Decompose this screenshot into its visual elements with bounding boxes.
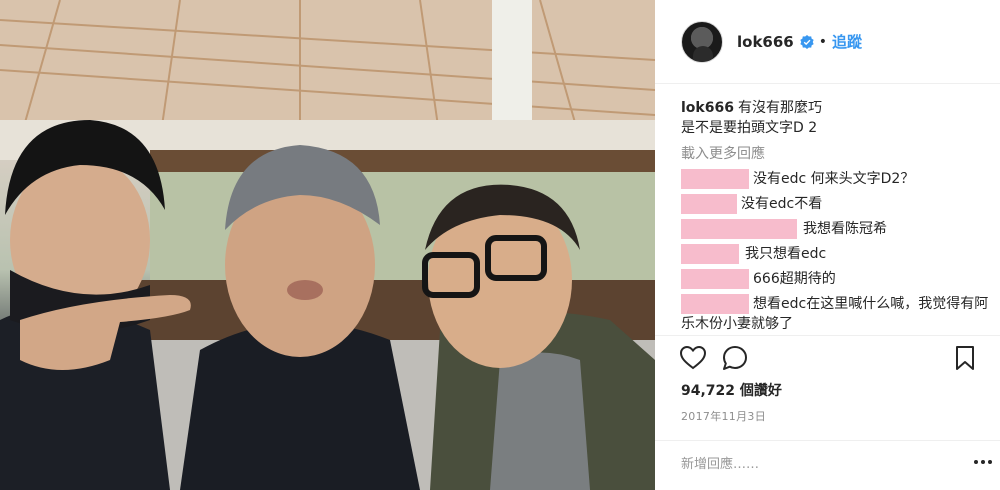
comment-item: 想看edc在这里喊什么喊，我觉得有阿乐木份小妻就够了: [681, 294, 991, 334]
more-options-icon[interactable]: [973, 452, 993, 472]
avatar[interactable]: [681, 20, 723, 63]
caption-line-2: 是不是要拍頭文字D 2: [681, 120, 818, 136]
follow-button[interactable]: 追蹤: [832, 31, 862, 52]
redacted-username[interactable]: [681, 194, 737, 214]
redacted-username[interactable]: [681, 294, 749, 314]
selfie-image: [0, 0, 655, 490]
action-bar: [679, 344, 979, 374]
redacted-username[interactable]: [681, 244, 739, 264]
speech-bubble-icon: [723, 346, 747, 370]
post-header: lok666 • 追蹤: [655, 0, 1000, 84]
like-button[interactable]: [679, 344, 707, 372]
save-button[interactable]: [951, 344, 979, 372]
redacted-username[interactable]: [681, 169, 749, 189]
comment-text: 我只想看edc: [745, 246, 827, 262]
post-photo[interactable]: [0, 0, 655, 490]
heart-icon: [679, 345, 707, 370]
comment-item: 没有edc不看: [681, 194, 991, 214]
redacted-username[interactable]: [681, 219, 797, 239]
bookmark-icon: [956, 346, 974, 370]
caption-line-1: 有沒有那麼巧: [737, 100, 822, 116]
post-date[interactable]: 2017年11月3日: [681, 408, 766, 424]
comment-text: 没有edc不看: [741, 196, 823, 212]
add-comment-input[interactable]: [681, 450, 951, 478]
separator-dot: •: [818, 33, 827, 50]
load-more-comments-button[interactable]: 載入更多回應: [681, 144, 991, 164]
caption: lok666 有沒有那麼巧 是不是要拍頭文字D 2: [681, 98, 991, 138]
divider: [655, 440, 1000, 441]
redacted-username[interactable]: [681, 269, 749, 289]
comment-item: 我只想看edc: [681, 244, 991, 264]
comment-item: 没有edc 何来头文字D2？: [681, 169, 991, 189]
comment-text: 没有edc 何来头文字D2？: [753, 171, 915, 187]
divider: [655, 335, 1000, 336]
comment-item: 我想看陈冠希: [681, 219, 991, 239]
comments-list: lok666 有沒有那麼巧 是不是要拍頭文字D 2 載入更多回應 没有edc 何来…: [681, 98, 991, 334]
caption-username[interactable]: lok666: [681, 100, 734, 116]
header-username[interactable]: lok666: [737, 33, 794, 51]
likes-count[interactable]: 94,722 個讚好: [681, 380, 782, 400]
comment-text: 我想看陈冠希: [803, 221, 887, 237]
verified-badge-icon: [800, 34, 814, 49]
comment-text-wrapped: 想看edc在这里喊什么喊，我觉得有阿乐木份小妻就够了: [681, 294, 991, 334]
comment-button[interactable]: [721, 344, 749, 372]
comment-item: 666超期待的: [681, 269, 991, 289]
comment-text: 666超期待的: [753, 271, 836, 287]
post-panel: lok666 • 追蹤 lok666 有沒有那麼巧 是不是要拍頭文字D 2 載入更…: [655, 0, 1000, 490]
